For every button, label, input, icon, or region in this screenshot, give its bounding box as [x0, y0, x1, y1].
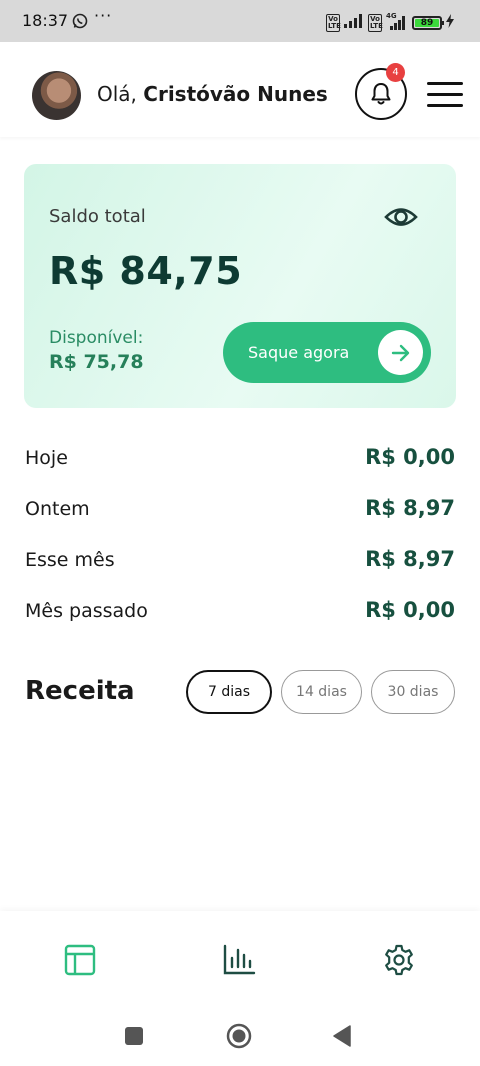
more-notifications-icon: ···: [94, 6, 113, 25]
whatsapp-icon: [72, 13, 88, 33]
greeting-prefix: Olá,: [97, 82, 137, 106]
menu-button[interactable]: [427, 82, 463, 108]
revenue-title: Receita: [25, 676, 135, 706]
available-value: R$ 75,78: [49, 351, 144, 373]
menu-icon-line: [427, 82, 463, 85]
range-7-days[interactable]: 7 dias: [186, 670, 272, 714]
eye-icon[interactable]: [384, 204, 418, 234]
arrow-right-icon: [378, 330, 423, 375]
range-30-days[interactable]: 30 dias: [371, 670, 455, 714]
home-circle-icon: [226, 1023, 252, 1049]
status-time: 18:37: [22, 11, 69, 30]
signal-icon: [344, 13, 364, 32]
recents-button[interactable]: [124, 1026, 144, 1050]
stat-label: Ontem: [25, 498, 90, 520]
withdraw-button[interactable]: Saque agora: [223, 322, 431, 383]
home-button[interactable]: [226, 1023, 252, 1053]
app-header: Olá, Cristóvão Nunes 4: [0, 42, 480, 137]
volte-icon: Vo LTE: [326, 13, 341, 32]
back-button[interactable]: [332, 1025, 352, 1051]
battery-level: 89: [415, 18, 439, 27]
nav-settings[interactable]: [382, 943, 416, 977]
bottom-nav: [0, 911, 480, 1006]
status-bar: 18:37 ··· Vo LTE Vo LTE 4G 89: [0, 0, 480, 42]
stat-value: R$ 8,97: [365, 547, 455, 571]
square-icon: [125, 1027, 143, 1045]
nav-statistics[interactable]: [222, 943, 256, 977]
stat-row-last-month: Mês passado R$ 0,00: [25, 596, 455, 626]
withdraw-label: Saque agora: [248, 343, 350, 362]
system-navigation-bar: [0, 1006, 480, 1066]
back-triangle-icon: [333, 1025, 351, 1047]
nav-dashboard[interactable]: [63, 943, 97, 977]
bar-chart-icon: [223, 944, 256, 975]
available-label: Disponível:: [49, 328, 144, 348]
notification-badge: 4: [386, 63, 405, 82]
status-right-group: Vo LTE Vo LTE 4G 89: [326, 12, 454, 32]
user-name: Cristóvão Nunes: [143, 82, 328, 106]
greeting: Olá, Cristóvão Nunes: [97, 82, 337, 106]
stat-row-yesterday: Ontem R$ 8,97: [25, 494, 455, 524]
stat-value: R$ 0,00: [365, 445, 455, 469]
charging-icon: [446, 13, 454, 32]
gear-icon: [385, 944, 413, 976]
stat-label: Esse mês: [25, 549, 115, 571]
signal-4g-icon: 4G: [386, 12, 408, 30]
menu-icon-line: [427, 104, 463, 107]
stat-row-this-month: Esse mês R$ 8,97: [25, 545, 455, 575]
bell-icon: [371, 83, 391, 105]
battery-icon: 89: [412, 15, 444, 30]
stat-label: Hoje: [25, 447, 68, 469]
menu-icon-line: [427, 93, 463, 96]
range-14-days[interactable]: 14 dias: [281, 670, 362, 714]
balance-card: Saldo total R$ 84,75 Disponível: R$ 75,7…: [24, 164, 456, 408]
balance-total: R$ 84,75: [49, 249, 243, 293]
balance-label: Saldo total: [49, 206, 146, 227]
avatar[interactable]: [32, 71, 81, 120]
stat-value: R$ 8,97: [365, 496, 455, 520]
volte-icon-2: Vo LTE: [368, 13, 383, 32]
dashboard-icon: [64, 944, 96, 976]
stat-label: Mês passado: [25, 600, 148, 622]
stat-row-today: Hoje R$ 0,00: [25, 443, 455, 473]
stat-value: R$ 0,00: [365, 598, 455, 622]
